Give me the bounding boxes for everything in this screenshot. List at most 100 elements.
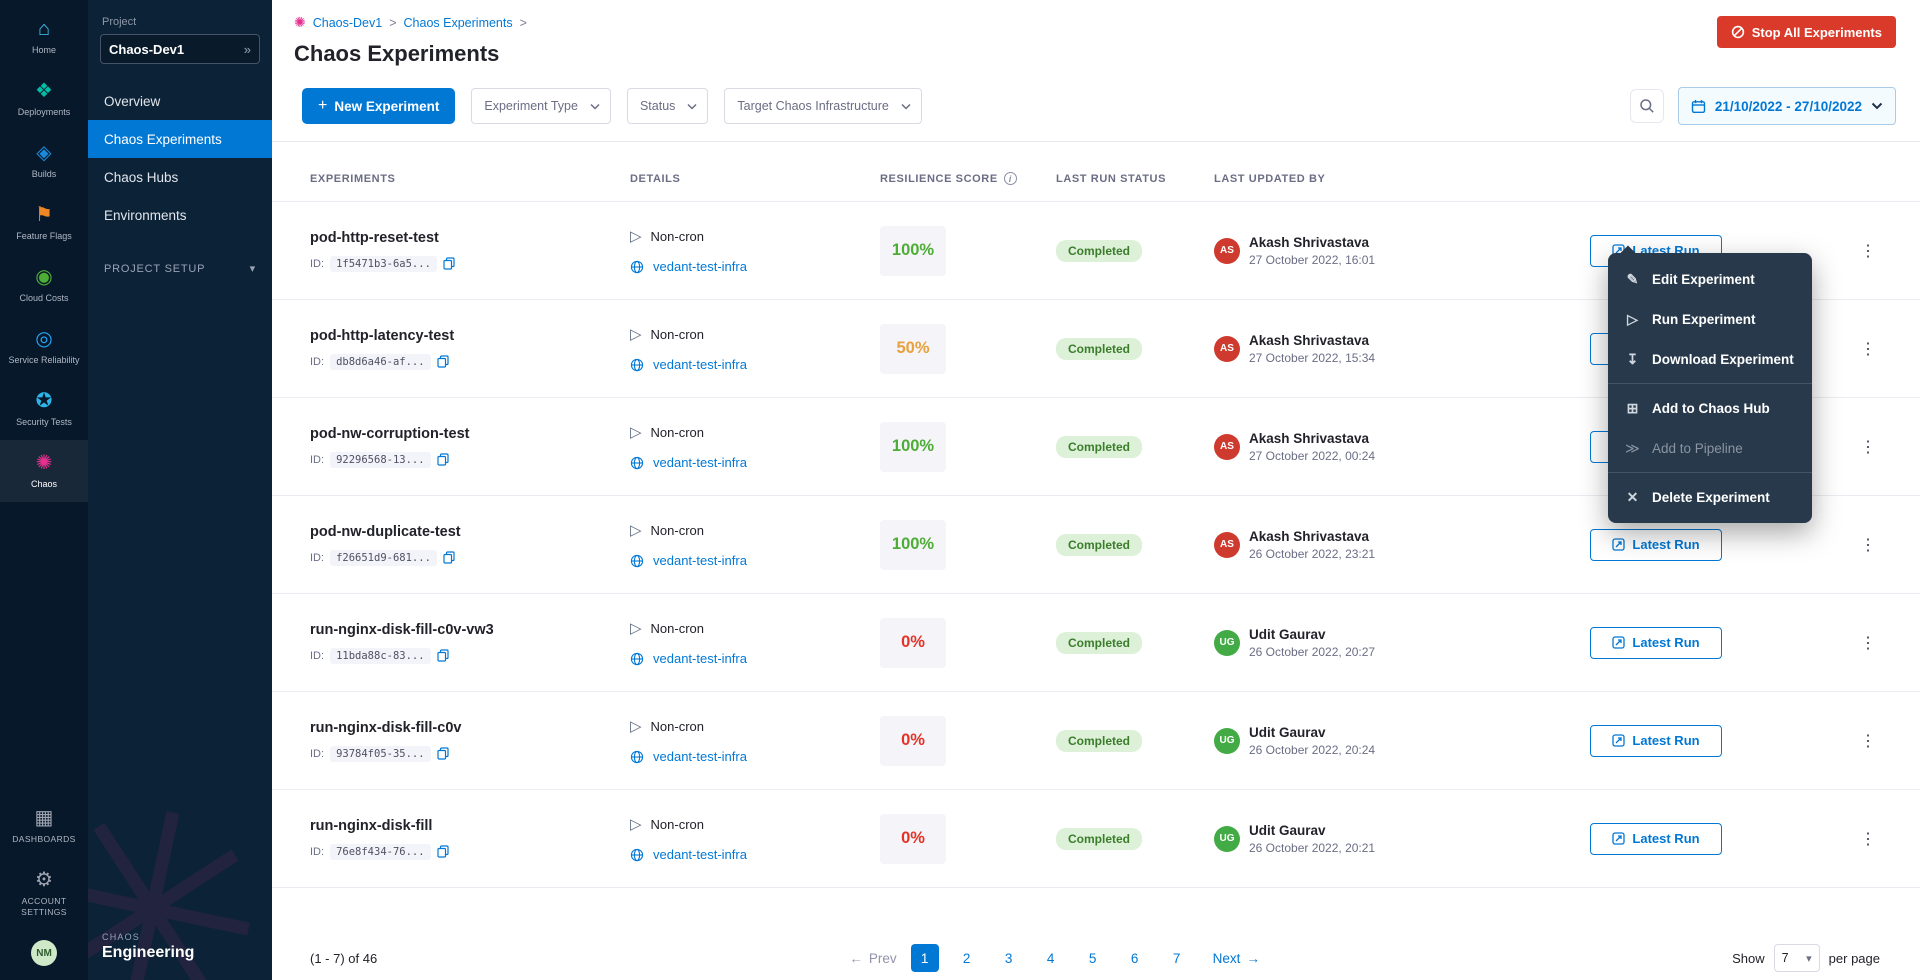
experiments-cell: pod-nw-corruption-test ID: 92296568-13..… <box>310 426 630 468</box>
calendar-icon <box>1691 99 1706 114</box>
page-1[interactable]: 1 <box>911 944 939 972</box>
rail-item-cloud-costs[interactable]: ◉ Cloud Costs <box>0 254 88 316</box>
kebab-menu-icon[interactable]: ⋮ <box>1856 437 1880 457</box>
experiment-name[interactable]: pod-nw-duplicate-test <box>310 524 630 540</box>
show-label: Show <box>1732 951 1765 966</box>
resilience-cell: 0% <box>880 814 1056 864</box>
rail-item-service-reliability[interactable]: ◎ Service Reliability <box>0 316 88 378</box>
id-label: ID: <box>310 356 324 368</box>
rail-item-security-tests[interactable]: ✪ Security Tests <box>0 378 88 440</box>
rail-item-chaos[interactable]: ✺ Chaos <box>0 440 88 502</box>
details-cell: ▷ Non-cron vedant-test-infra <box>630 619 880 666</box>
infra-link[interactable]: vedant-test-infra <box>653 357 747 372</box>
double-chevron-right-icon: » <box>244 42 251 57</box>
page-3[interactable]: 3 <box>995 944 1023 972</box>
latest-run-button[interactable]: Latest Run <box>1590 725 1722 757</box>
menu-divider <box>1608 472 1812 473</box>
prev-label: Prev <box>869 951 897 966</box>
resilience-score-box: 100% <box>880 520 946 570</box>
page-5[interactable]: 5 <box>1079 944 1107 972</box>
filter-target-chaos-infrastructure[interactable]: Target Chaos Infrastructure <box>724 88 921 124</box>
menu-item-add-to-pipeline: ≫ Add to Pipeline <box>1608 428 1812 468</box>
infra-link[interactable]: vedant-test-infra <box>653 651 747 666</box>
experiment-name[interactable]: pod-http-latency-test <box>310 328 630 344</box>
experiment-name[interactable]: pod-http-reset-test <box>310 230 630 246</box>
kebab-menu-icon[interactable]: ⋮ <box>1856 241 1880 261</box>
experiment-name[interactable]: run-nginx-disk-fill <box>310 818 630 834</box>
project-name: Chaos-Dev1 <box>109 42 184 57</box>
next-page-button[interactable]: Next → <box>1213 951 1260 966</box>
new-experiment-button[interactable]: + New Experiment <box>302 88 455 124</box>
kebab-menu-icon[interactable]: ⋮ <box>1856 633 1880 653</box>
copy-icon[interactable] <box>437 747 449 760</box>
stop-all-experiments-button[interactable]: Stop All Experiments <box>1717 16 1896 48</box>
project-setup-toggle[interactable]: PROJECT SETUP ▾ <box>104 262 256 275</box>
kebab-menu-icon[interactable]: ⋮ <box>1856 535 1880 555</box>
info-icon[interactable]: i <box>1004 172 1017 185</box>
breadcrumb-experiments-link[interactable]: Chaos Experiments <box>404 16 513 30</box>
copy-icon[interactable] <box>437 453 449 466</box>
infra-link[interactable]: vedant-test-infra <box>653 847 747 862</box>
page-size-value: 7 <box>1782 951 1789 965</box>
select-label: Target Chaos Infrastructure <box>737 99 888 113</box>
kebab-menu-icon[interactable]: ⋮ <box>1856 339 1880 359</box>
rail-item-builds[interactable]: ◈ Builds <box>0 130 88 192</box>
cron-icon: ▷ <box>630 619 642 637</box>
user-avatar[interactable]: NM <box>31 940 57 966</box>
breadcrumb-project-link[interactable]: Chaos-Dev1 <box>313 16 382 30</box>
latest-run-label: Latest Run <box>1632 733 1699 748</box>
menu-item-run-experiment[interactable]: ▷ Run Experiment <box>1608 299 1812 339</box>
menu-item-download-experiment[interactable]: ↧ Download Experiment <box>1608 339 1812 379</box>
sidebar-item-overview[interactable]: Overview <box>88 82 272 120</box>
kebab-menu-icon[interactable]: ⋮ <box>1856 731 1880 751</box>
infra-link[interactable]: vedant-test-infra <box>653 749 747 764</box>
latest-run-button[interactable]: Latest Run <box>1590 529 1722 561</box>
experiment-id-line: ID: 92296568-13... <box>310 452 630 468</box>
service-reliability-icon: ◎ <box>35 328 52 350</box>
copy-icon[interactable] <box>443 257 455 270</box>
details-cell: ▷ Non-cron vedant-test-infra <box>630 423 880 470</box>
experiment-name[interactable]: run-nginx-disk-fill-c0v <box>310 720 630 736</box>
menu-item-edit-experiment[interactable]: ✎ Edit Experiment <box>1608 259 1812 299</box>
copy-icon[interactable] <box>437 649 449 662</box>
date-range-picker[interactable]: 21/10/2022 - 27/10/2022 <box>1678 87 1896 125</box>
sidebar-item-chaos-experiments[interactable]: Chaos Experiments <box>88 120 272 158</box>
resilience-score-box: 50% <box>880 324 946 374</box>
rail-item-home[interactable]: ⌂ Home <box>0 6 88 68</box>
rail-spacer <box>0 502 88 795</box>
rail-item-feature-flags[interactable]: ⚑ Feature Flags <box>0 192 88 254</box>
kebab-menu-icon[interactable]: ⋮ <box>1856 829 1880 849</box>
menu-item-add-to-chaos-hub[interactable]: ⊞ Add to Chaos Hub <box>1608 388 1812 428</box>
latest-run-button[interactable]: Latest Run <box>1590 823 1722 855</box>
page-6[interactable]: 6 <box>1121 944 1149 972</box>
experiment-id-line: ID: 11bda88c-83... <box>310 648 630 664</box>
copy-icon[interactable] <box>437 355 449 368</box>
experiment-name[interactable]: pod-nw-corruption-test <box>310 426 630 442</box>
rail-item-dashboards[interactable]: ▦ DASHBOARDS <box>0 795 88 857</box>
infra-link[interactable]: vedant-test-infra <box>653 259 747 274</box>
menu-item-delete-experiment[interactable]: ✕ Delete Experiment <box>1608 477 1812 517</box>
page-7[interactable]: 7 <box>1163 944 1191 972</box>
filter-status[interactable]: Status <box>627 88 708 124</box>
chevron-down-icon: ▾ <box>250 262 256 275</box>
experiment-id-line: ID: 1f5471b3-6a5... <box>310 256 630 272</box>
filter-experiment-type[interactable]: Experiment Type <box>471 88 611 124</box>
page-2[interactable]: 2 <box>953 944 981 972</box>
infra-link[interactable]: vedant-test-infra <box>653 455 747 470</box>
avatar: UG <box>1214 728 1240 754</box>
project-select-input[interactable]: Chaos-Dev1 » <box>100 34 260 64</box>
search-button[interactable] <box>1630 89 1664 123</box>
prev-page-button[interactable]: ← Prev <box>849 951 896 966</box>
page-size-select[interactable]: 7 ▾ <box>1774 944 1820 972</box>
experiment-id-line: ID: 93784f05-35... <box>310 746 630 762</box>
rail-item-account-settings[interactable]: ⚙ ACCOUNT SETTINGS <box>0 857 88 930</box>
sidebar-item-environments[interactable]: Environments <box>88 196 272 234</box>
sidebar-item-chaos-hubs[interactable]: Chaos Hubs <box>88 158 272 196</box>
experiment-name[interactable]: run-nginx-disk-fill-c0v-vw3 <box>310 622 630 638</box>
page-4[interactable]: 4 <box>1037 944 1065 972</box>
copy-icon[interactable] <box>443 551 455 564</box>
copy-icon[interactable] <box>437 845 449 858</box>
latest-run-button[interactable]: Latest Run <box>1590 627 1722 659</box>
rail-item-deployments[interactable]: ❖ Deployments <box>0 68 88 130</box>
infra-link[interactable]: vedant-test-infra <box>653 553 747 568</box>
